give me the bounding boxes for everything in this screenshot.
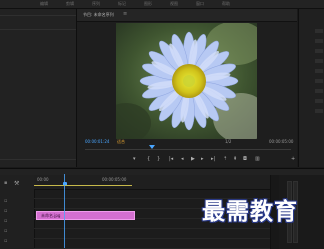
step-back-icon[interactable]: ◂ xyxy=(181,156,184,162)
track-lock-icon[interactable]: ▫ xyxy=(4,229,7,234)
monitor-time-ruler[interactable] xyxy=(85,149,291,153)
flower-image xyxy=(116,23,257,139)
track-lock-icon[interactable]: ▫ xyxy=(4,219,7,224)
transport-controls: ▾ { } |◂ ◂ ▶ ▸ ▸| ⇡ ⇞ ◘ ▥ + xyxy=(77,155,297,165)
compare-icon[interactable]: ▥ xyxy=(255,156,260,162)
current-timecode[interactable]: 00:00:01:24 xyxy=(85,139,109,144)
right-panel xyxy=(298,9,324,167)
timeline-end-time: 00:00:05:00 xyxy=(102,177,127,182)
go-to-out-icon[interactable]: ▸| xyxy=(211,156,215,162)
panel-divider xyxy=(0,29,76,30)
track-headers: ⚒ ▪ ▫ ▫ ▫ ▫ ▫ xyxy=(0,175,35,249)
track-lock-icon[interactable]: ▫ xyxy=(4,209,7,214)
menu-window[interactable]: 窗口 xyxy=(196,1,204,6)
track-lock-icon[interactable]: ▫ xyxy=(4,199,7,204)
snap-icon[interactable]: ▪ xyxy=(4,181,7,186)
menu-edit[interactable]: 编辑 xyxy=(40,1,48,6)
track-lock-icon[interactable]: ▫ xyxy=(4,239,7,244)
panel-tab[interactable] xyxy=(315,29,323,33)
panel-tab[interactable] xyxy=(315,39,323,43)
step-forward-icon[interactable]: ▸ xyxy=(201,156,204,162)
video-clip[interactable]: 未命名.jpg xyxy=(36,211,135,220)
timeline-ruler[interactable]: 00:00 00:00:05:00 xyxy=(34,175,270,190)
monitor-title[interactable]: 节目: 未命名序列 xyxy=(83,12,114,17)
marker-icon[interactable]: ▾ xyxy=(133,156,136,162)
panel-tab[interactable] xyxy=(315,49,323,53)
menu-bar: 编辑 剪辑 序列 标记 图形 视图 窗口 帮助 xyxy=(0,0,324,9)
duration-timecode: 00:00:05:00 xyxy=(269,139,294,144)
fit-dropdown[interactable]: 适合 xyxy=(117,139,125,144)
add-icon[interactable]: + xyxy=(291,156,295,162)
program-monitor: 节目: 未命名序列 ≡ 00:00:01:24 适合 1/2 00:00:05:… xyxy=(77,9,297,167)
export-frame-icon[interactable]: ◘ xyxy=(243,156,247,162)
out-point-icon[interactable]: } xyxy=(157,156,160,162)
panel-tab[interactable] xyxy=(315,99,323,103)
left-panel xyxy=(0,9,77,167)
panel-tab[interactable] xyxy=(315,109,323,113)
play-icon[interactable]: ▶ xyxy=(191,156,195,162)
menu-view[interactable]: 视图 xyxy=(170,1,178,6)
go-to-in-icon[interactable]: |◂ xyxy=(169,156,173,162)
menu-markers[interactable]: 标记 xyxy=(118,1,126,6)
panel-tab[interactable] xyxy=(315,89,323,93)
lift-icon[interactable]: ⇡ xyxy=(223,156,227,162)
menu-help[interactable]: 帮助 xyxy=(222,1,230,6)
quality-dropdown[interactable]: 1/2 xyxy=(225,139,231,144)
panel-tab[interactable] xyxy=(315,59,323,63)
menu-sequence[interactable]: 序列 xyxy=(92,1,100,6)
wrench-icon[interactable]: ⚒ xyxy=(14,181,19,187)
clip-label: 未命名.jpg xyxy=(41,213,61,218)
watermark-text: 最需教育 xyxy=(202,199,298,225)
menu-clip[interactable]: 剪辑 xyxy=(66,1,74,6)
track-row[interactable] xyxy=(34,230,270,239)
work-area-bar[interactable] xyxy=(34,185,132,186)
timeline-playhead-line[interactable] xyxy=(64,174,65,248)
extract-icon[interactable]: ⇞ xyxy=(233,156,237,162)
timeline-start-time: 00:00 xyxy=(37,177,49,182)
panel-divider xyxy=(0,159,76,160)
in-point-icon[interactable]: { xyxy=(147,156,150,162)
video-frame[interactable] xyxy=(116,23,257,139)
menu-graphics[interactable]: 图形 xyxy=(144,1,152,6)
panel-divider xyxy=(0,15,76,16)
panel-tab[interactable] xyxy=(315,79,323,83)
monitor-header: 节目: 未命名序列 ≡ xyxy=(77,9,297,22)
panel-tab[interactable] xyxy=(315,69,323,73)
track-row[interactable] xyxy=(34,190,270,199)
panel-menu-icon[interactable]: ≡ xyxy=(123,12,127,17)
